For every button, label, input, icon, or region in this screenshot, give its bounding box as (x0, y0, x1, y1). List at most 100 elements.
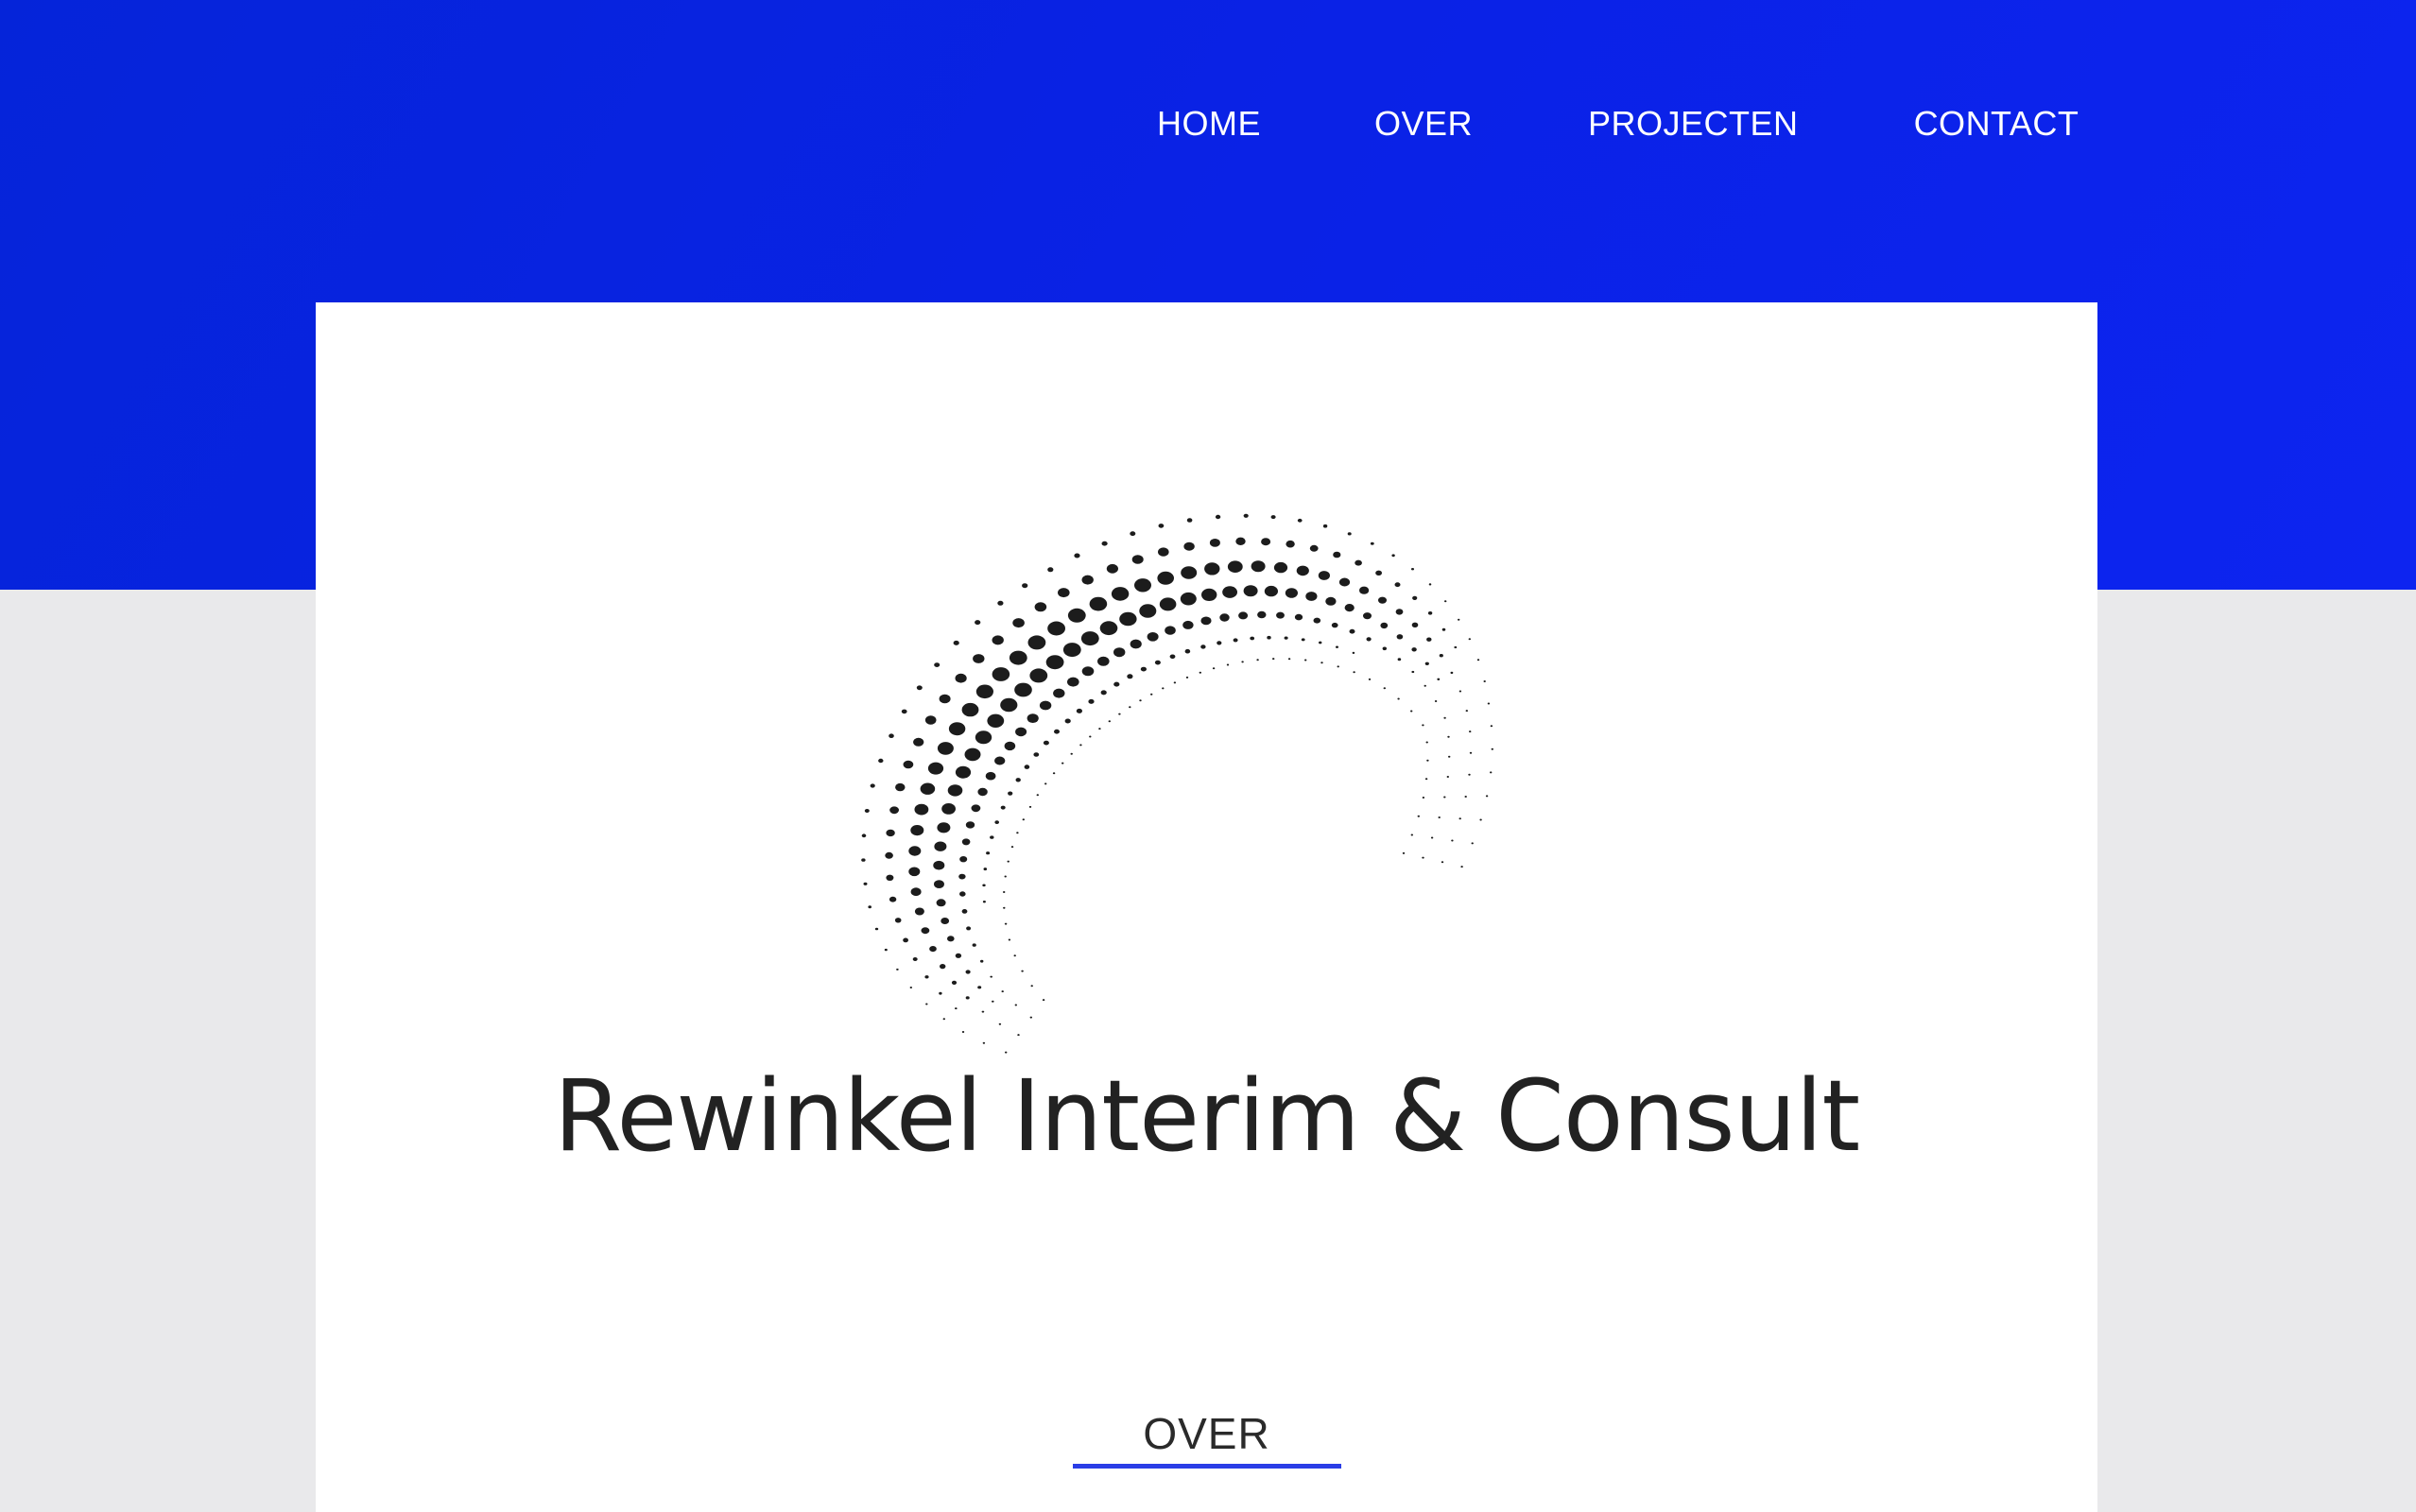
logo-dot (870, 783, 875, 788)
logo-dot (886, 874, 894, 881)
logo-dot (934, 880, 944, 888)
logo-dot (1150, 693, 1153, 696)
logo-dot (1227, 560, 1243, 573)
logo-dot (912, 957, 918, 961)
logo-dot (1368, 678, 1372, 680)
logo-dot (1003, 906, 1006, 909)
logo-dot (1014, 682, 1032, 697)
logo-dot (947, 936, 955, 942)
logo-dot (997, 600, 1004, 606)
logo-dot (1067, 608, 1086, 623)
logo-dot (1264, 585, 1278, 597)
logo-dot (1422, 856, 1424, 859)
logo-dot (994, 756, 1006, 765)
logo-dot (1101, 541, 1108, 546)
logo-dot (1222, 586, 1237, 598)
logo-dot (982, 901, 986, 903)
logo-dot (1447, 735, 1450, 738)
logo-dot (1427, 611, 1433, 615)
logo-dot (1301, 638, 1305, 642)
logo-dot (1397, 658, 1402, 662)
logo-dot (889, 733, 894, 738)
logo-dot (1027, 635, 1046, 650)
logo-dot (1437, 678, 1441, 680)
logo-dot (1428, 583, 1432, 586)
logo-dot (1411, 670, 1415, 674)
logo-dot (992, 635, 1004, 645)
logo-dot (1134, 578, 1151, 593)
logo-dot (1469, 751, 1473, 754)
logo-dot (1127, 674, 1133, 679)
nav-projecten-link[interactable]: PROJECTEN (1588, 98, 1799, 149)
logo-dot (1359, 586, 1370, 594)
logo-dot (1267, 635, 1271, 640)
logo-dot (1180, 592, 1197, 606)
logo-dot (1007, 860, 1010, 863)
logo-dot (908, 846, 922, 856)
logo-dot (1029, 668, 1048, 683)
logo-dot (1157, 571, 1174, 585)
logo-dot (1030, 985, 1033, 988)
logo-dot (1417, 815, 1421, 817)
logo-dot (1098, 728, 1101, 730)
logo-dot (1382, 646, 1388, 651)
logo-dot (1410, 833, 1414, 836)
logo-dot (1021, 970, 1024, 972)
logo-dot (1443, 716, 1446, 719)
nav-contact-link[interactable]: CONTACT (1914, 98, 2079, 149)
logo-dot (1022, 818, 1025, 821)
logo-dot (941, 918, 950, 924)
logo-dot (1016, 832, 1019, 834)
logo-dot (1039, 700, 1052, 711)
logo-dot (1079, 744, 1082, 747)
logo-dot (1338, 577, 1351, 587)
logo-dot (1397, 697, 1400, 700)
logo-dot (1319, 641, 1322, 644)
logo-dot (1113, 647, 1126, 658)
logo-dot (964, 747, 981, 762)
logo-dot (1483, 680, 1486, 682)
logo-dot (925, 1003, 928, 1005)
logo-dot (959, 856, 968, 863)
logo-dot (980, 959, 984, 963)
logo-dot (1009, 650, 1027, 665)
logo-dot (1257, 610, 1267, 619)
logo-dot (1391, 554, 1395, 558)
logo-dot (965, 821, 975, 829)
logo-dot (908, 867, 921, 877)
logo-dot (1411, 568, 1414, 571)
logo-dot (861, 833, 867, 838)
logo-dot (1458, 618, 1460, 621)
logo-dot (1272, 658, 1275, 661)
logo-dot (896, 968, 899, 971)
logo-dot (1241, 661, 1244, 663)
logo-dot (941, 803, 956, 815)
logo-dot (1284, 636, 1288, 640)
logo-dot (1375, 570, 1382, 576)
logo-dot (1261, 538, 1271, 546)
logo-dot (1022, 583, 1028, 589)
logo-dot (1139, 699, 1142, 702)
logo-dot (1235, 537, 1246, 545)
logo-dot (1058, 588, 1070, 598)
logo-dot (1165, 626, 1176, 635)
logo-dot (1320, 662, 1323, 664)
logo-dot (1015, 727, 1027, 737)
logo-dot (1045, 655, 1064, 670)
logo-dot (1296, 565, 1309, 576)
logo-dot (1479, 818, 1482, 821)
logo-dot (1446, 776, 1450, 778)
logo-dot (1422, 797, 1425, 799)
logo-dot (1287, 658, 1291, 661)
logo-dot (1465, 710, 1469, 713)
logo-dot (1366, 637, 1372, 642)
logo-dot (889, 896, 897, 902)
nav-over-link[interactable]: OVER (1374, 98, 1473, 149)
logo-dot (1140, 666, 1147, 672)
logo-dot (1285, 588, 1298, 598)
nav-home-link[interactable]: HOME (1157, 98, 1261, 149)
logo-dot (1081, 575, 1094, 585)
logo-dot (1004, 875, 1007, 878)
logo-dot (966, 926, 972, 931)
logo-dot (1276, 611, 1285, 619)
